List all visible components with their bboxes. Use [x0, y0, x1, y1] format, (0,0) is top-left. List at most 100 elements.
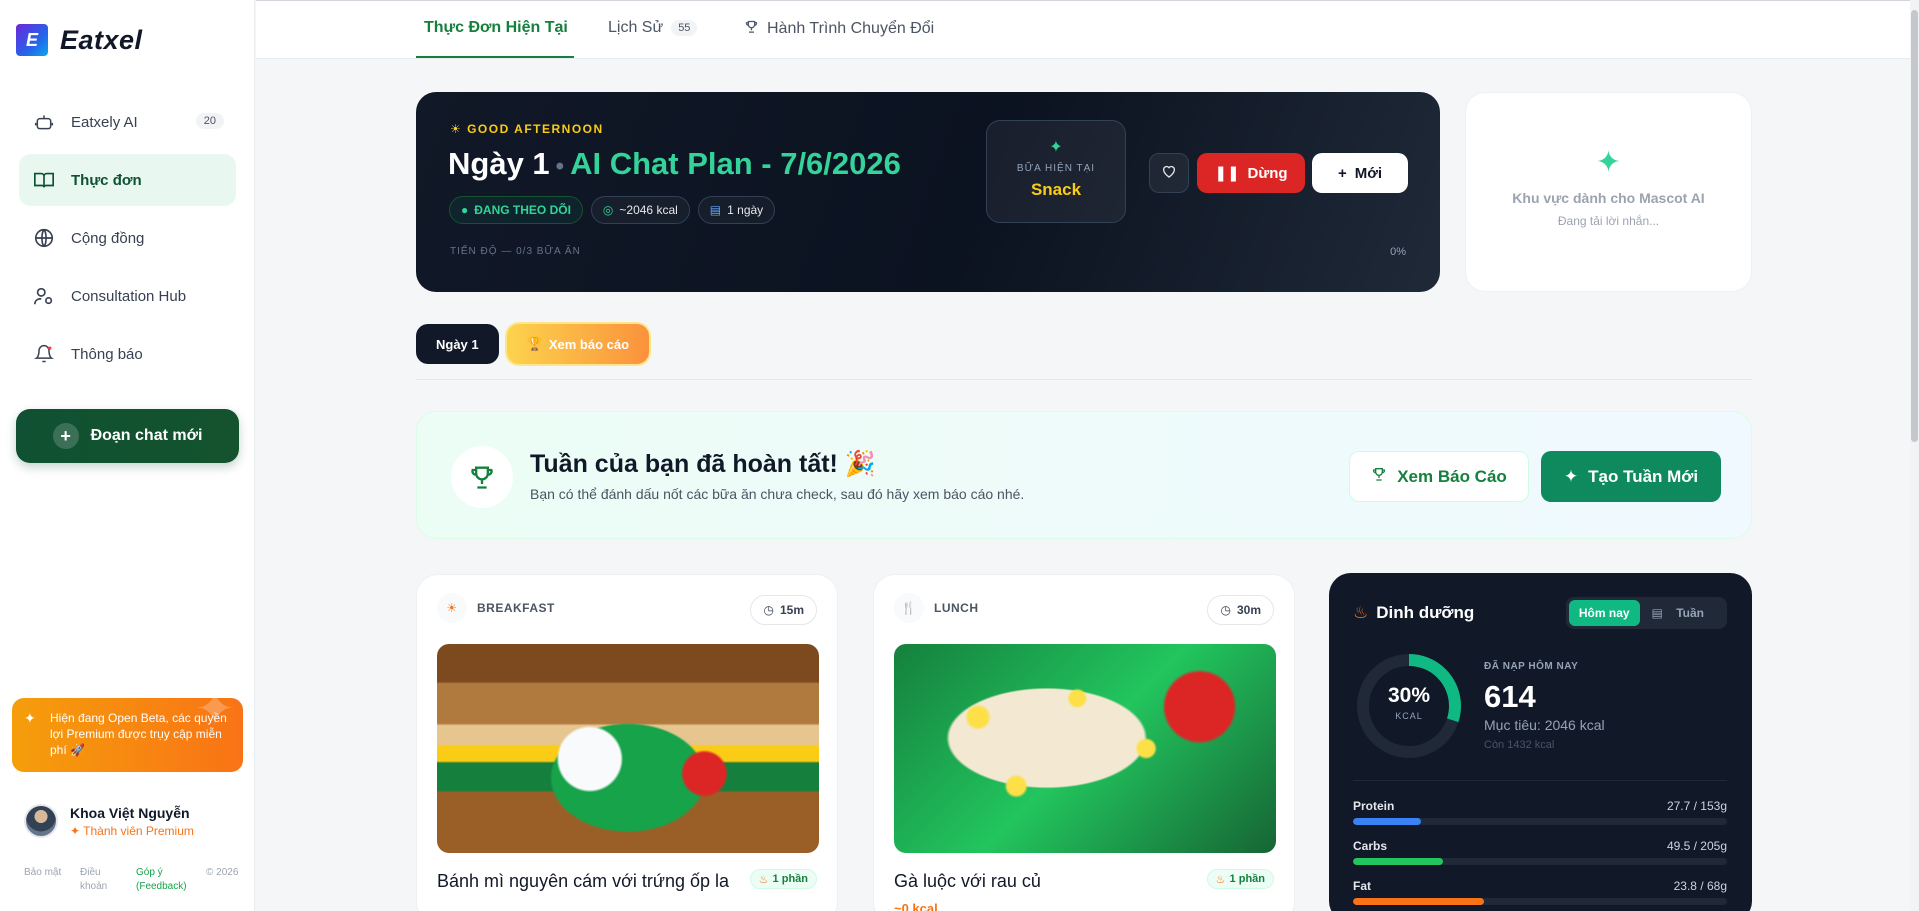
- macro-bar: [1353, 898, 1727, 905]
- sidebar: E Eatxel Eatxely AI 20 Thực đơn Cộng đồn…: [0, 0, 255, 911]
- tab-label: Thực Đơn Hiện Tại: [424, 19, 568, 36]
- sidebar-item-thong-bao[interactable]: Thông báo: [19, 328, 236, 380]
- sidebar-item-count: 20: [195, 113, 224, 129]
- portion-label: 1 phần: [772, 873, 808, 885]
- sidebar-item-label: Consultation Hub: [71, 287, 187, 305]
- plan-day: Ngày 1: [448, 146, 550, 181]
- robot-icon: [33, 111, 55, 133]
- star-decoration-icon: ✦: [194, 698, 235, 736]
- heart-icon: [1161, 163, 1177, 184]
- meal-calories: ~0 kcal: [894, 901, 938, 911]
- greeting: ☀ GOOD AFTERNOON: [450, 122, 604, 136]
- macro-bar: [1353, 858, 1727, 865]
- macro-value: 23.8 / 68g: [1673, 879, 1727, 893]
- footer-link-terms[interactable]: Điều khoản: [80, 866, 118, 894]
- pill-label: ĐANG THEO DÕI: [474, 203, 571, 217]
- sparkle-icon: ✦: [1049, 139, 1063, 156]
- title-separator: •: [555, 153, 565, 180]
- active-tab-indicator: [416, 56, 574, 58]
- globe-icon: [33, 227, 55, 249]
- period-toggle: Hôm nay ▤ Tuần: [1565, 597, 1727, 629]
- trophy-icon: 🏆: [526, 336, 543, 351]
- current-meal-box: ✦ BỮA HIỆN TẠI Snack: [986, 120, 1126, 223]
- view-report-button[interactable]: Xem Báo Cáo: [1349, 451, 1529, 502]
- clock-icon: ◷: [1220, 603, 1231, 617]
- target-icon: ◎: [602, 203, 614, 217]
- view-report-label: Xem báo cáo: [548, 336, 630, 352]
- flame-icon: ♨: [758, 873, 769, 886]
- plus-icon: +: [52, 423, 79, 449]
- page-scrollbar[interactable]: [1910, 0, 1919, 911]
- flame-icon: ♨: [1353, 603, 1369, 622]
- nutrition-panel: ♨ Dinh dưỡng Hôm nay ▤ Tuần 30% KCAL ĐÃ …: [1329, 573, 1752, 911]
- new-chat-button[interactable]: + Đoạn chat mới: [16, 409, 239, 463]
- stop-plan-button[interactable]: ❚❚ Dừng: [1197, 153, 1305, 193]
- macro-protein: Protein 27.7 / 153g: [1353, 799, 1727, 825]
- intake-goal: Mục tiêu: 2046 kcal: [1484, 717, 1605, 733]
- calendar-icon: ▤: [709, 203, 722, 217]
- plus-icon: +: [1337, 164, 1347, 182]
- portion-badge: ♨ 1 phần: [1206, 869, 1274, 889]
- meal-card-breakfast[interactable]: ☀ BREAKFAST ◷ 15m Bánh mì nguyên cám với …: [416, 574, 838, 911]
- scrollbar-thumb[interactable]: [1911, 10, 1918, 442]
- tab-transformation-journey[interactable]: Hành Trình Chuyển Đổi: [744, 19, 934, 39]
- toggle-week[interactable]: ▤ Tuần: [1642, 600, 1724, 626]
- tab-current-menu[interactable]: Thực Đơn Hiện Tại: [424, 19, 568, 37]
- macro-carbs: Carbs 49.5 / 205g: [1353, 839, 1727, 865]
- new-chat-label: Đoạn chat mới: [90, 427, 203, 444]
- favorite-button[interactable]: [1149, 153, 1189, 193]
- progress-label: TIẾN ĐỘ — 0/3 BỮA ĂN: [450, 246, 581, 257]
- meal-type: 🍴 LUNCH: [894, 593, 979, 623]
- pill-label: 1 ngày: [727, 203, 764, 217]
- sidebar-item-thuc-don[interactable]: Thực đơn: [19, 154, 236, 206]
- current-meal-value: Snack: [1030, 180, 1082, 199]
- tab-history[interactable]: Lịch Sử 55: [608, 19, 698, 37]
- top-tab-bar: Thực Đơn Hiện Tại Lịch Sử 55 Hành Trình …: [256, 0, 1919, 59]
- flame-icon: ♨: [1215, 873, 1226, 886]
- open-beta-banner[interactable]: ✦ ✦ Hiện đang Open Beta, các quyền lợi P…: [12, 698, 243, 772]
- macro-fat: Fat 23.8 / 68g: [1353, 879, 1727, 905]
- footer-copyright: © 2026: [206, 867, 239, 878]
- sidebar-item-cong-dong[interactable]: Cộng đồng: [19, 212, 236, 264]
- macro-value: 27.7 / 153g: [1666, 799, 1727, 813]
- meal-image: [894, 644, 1276, 853]
- tracking-status-badge: ● ĐANG THEO DÕI: [449, 196, 583, 224]
- ring-unit: KCAL: [1395, 711, 1423, 721]
- user-role: ✦ Thành viên Premium: [70, 823, 194, 838]
- book-open-icon: [33, 169, 55, 191]
- bell-icon: [33, 343, 55, 365]
- app-logo[interactable]: E Eatxel: [16, 24, 143, 56]
- trophy-icon: [451, 446, 513, 508]
- view-report-tab[interactable]: 🏆 Xem báo cáo: [506, 324, 650, 364]
- trophy-icon: [1371, 466, 1387, 487]
- sun-icon: ☀: [437, 593, 467, 623]
- week-complete-title: Tuần của bạn đã hoàn tất! 🎉: [530, 450, 876, 478]
- macro-bar-fill: [1353, 858, 1444, 865]
- toggle-today[interactable]: Hôm nay: [1568, 600, 1640, 626]
- meal-card-lunch[interactable]: 🍴 LUNCH ◷ 30m Gà luộc với rau củ ♨ 1 phần …: [873, 574, 1295, 911]
- progress-percent: 0%: [1390, 246, 1406, 258]
- calorie-target-badge: ◎ ~2046 kcal: [590, 196, 690, 224]
- intake-value: 614: [1484, 679, 1536, 714]
- mascot-subtitle: Đang tải lời nhắn...: [1557, 214, 1660, 228]
- meal-image: [437, 644, 819, 853]
- sidebar-item-eatxely-ai[interactable]: Eatxely AI 20: [19, 96, 236, 148]
- clock-icon: ◷: [763, 603, 774, 617]
- macro-name: Fat: [1353, 879, 1371, 893]
- macro-value: 49.5 / 205g: [1666, 839, 1727, 853]
- footer-link-privacy[interactable]: Bảo mật: [24, 866, 62, 894]
- prep-time-badge: ◷ 15m: [750, 595, 817, 625]
- create-new-week-label: Tạo Tuần Mới: [1588, 466, 1699, 486]
- new-plan-button[interactable]: + Mới: [1312, 153, 1408, 193]
- portion-label: 1 phần: [1229, 873, 1265, 885]
- create-new-week-button[interactable]: ✦ Tạo Tuần Mới: [1541, 451, 1721, 502]
- macro-bar-fill: [1353, 898, 1484, 905]
- portion-badge: ♨ 1 phần: [749, 869, 817, 889]
- user-profile[interactable]: Khoa Việt Nguyễn ✦ Thành viên Premium: [24, 804, 194, 838]
- sidebar-item-consultation-hub[interactable]: Consultation Hub: [19, 270, 236, 322]
- mascot-title: Khu vực dành cho Mascot AI: [1512, 190, 1705, 206]
- day-tab-1[interactable]: Ngày 1: [416, 324, 499, 364]
- meal-type-label: BREAKFAST: [477, 601, 555, 615]
- footer-link-feedback[interactable]: Góp ý (Feedback): [136, 866, 188, 894]
- logo-mark-icon: E: [16, 24, 48, 56]
